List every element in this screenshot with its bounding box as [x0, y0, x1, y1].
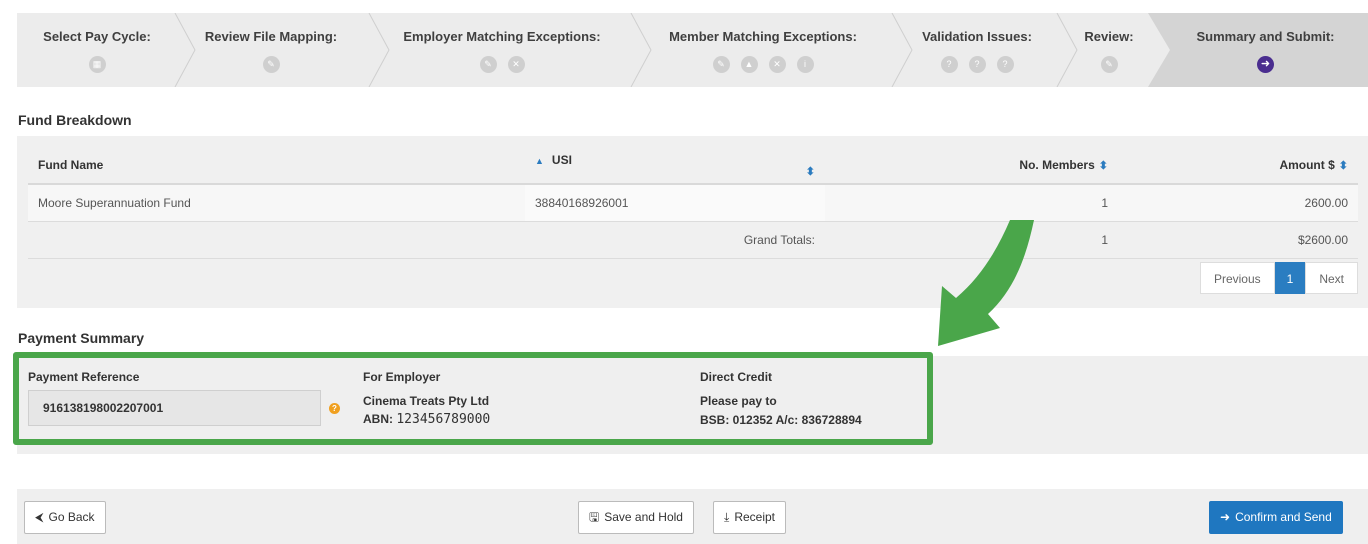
- step-review-file-mapping[interactable]: Review File Mapping: ✎: [185, 13, 357, 87]
- pagination: Previous 1 Next: [1199, 262, 1358, 294]
- arrow-right-icon: ➜: [1257, 56, 1274, 73]
- pencil-icon: ✎: [712, 56, 730, 73]
- payment-summary-title: Payment Summary: [18, 330, 145, 346]
- cell-empty: [28, 221, 525, 259]
- step-title: Employer Matching Exceptions:: [403, 29, 601, 44]
- step-employer-matching[interactable]: Employer Matching Exceptions: ✎ ✕: [385, 13, 619, 87]
- step-select-pay-cycle[interactable]: Select Pay Cycle: ▦: [17, 13, 177, 87]
- button-label: Save and Hold: [604, 510, 683, 524]
- column-members[interactable]: No. Members ⬍: [825, 147, 1118, 185]
- step-title: Select Pay Cycle:: [43, 29, 151, 44]
- green-arrow-icon: [938, 220, 1034, 346]
- question-icon: ?: [968, 56, 986, 73]
- step-title: Review:: [1084, 29, 1134, 44]
- previous-page-button[interactable]: Previous: [1199, 262, 1275, 294]
- button-label: Receipt: [734, 510, 775, 524]
- close-icon: ✕: [768, 56, 786, 73]
- pencil-icon: ✎: [479, 56, 497, 73]
- question-icon: ?: [996, 56, 1014, 73]
- cell-usi: 38840168926001: [525, 184, 825, 222]
- warning-icon: ▲: [740, 56, 758, 73]
- step-member-matching[interactable]: Member Matching Exceptions: ✎ ▲ ✕ i: [647, 13, 879, 87]
- grand-totals-label: Grand Totals:: [525, 221, 825, 259]
- step-summary-submit[interactable]: Summary and Submit: ➜: [1173, 13, 1358, 87]
- next-page-button[interactable]: Next: [1305, 262, 1358, 294]
- total-amount: $2600.00: [1118, 221, 1358, 259]
- page-1-button[interactable]: 1: [1274, 262, 1306, 294]
- step-review[interactable]: Review: ✎: [1073, 13, 1145, 87]
- table-row[interactable]: Moore Superannuation Fund 38840168926001…: [28, 184, 1358, 222]
- step-validation-issues[interactable]: Validation Issues: ? ? ?: [907, 13, 1047, 87]
- totals-row: Grand Totals: 1 $2600.00: [28, 221, 1358, 259]
- step-title: Summary and Submit:: [1196, 29, 1335, 44]
- save-icon: 🖫: [589, 510, 600, 524]
- pin-icon: ✎: [262, 56, 280, 73]
- question-icon: ?: [940, 56, 958, 73]
- sort-icon: ⬍: [1098, 160, 1108, 172]
- cell-fund-name: Moore Superannuation Fund: [28, 184, 525, 222]
- close-icon: ✕: [507, 56, 525, 73]
- column-fund-name[interactable]: Fund Name: [28, 147, 525, 185]
- payment-highlight-box: [13, 352, 933, 445]
- save-and-hold-button[interactable]: 🖫 Save and Hold: [578, 501, 694, 534]
- fund-breakdown-panel: Fund Name ▲ USI ⬍ No. Members ⬍ Amount $ ⬍ …: [17, 136, 1368, 308]
- cell-amount: 2600.00: [1118, 184, 1358, 222]
- wizard-steps: Select Pay Cycle: ▦ Review File Mapping:…: [17, 13, 1368, 87]
- step-title: Member Matching Exceptions:: [669, 29, 857, 44]
- step-title: Validation Issues:: [922, 29, 1032, 44]
- button-label: Go Back: [48, 510, 95, 524]
- column-label: Amount $: [1279, 158, 1335, 172]
- button-label: Confirm and Send: [1235, 510, 1332, 524]
- column-label: USI: [551, 152, 572, 167]
- fund-breakdown-title: Fund Breakdown: [18, 112, 132, 128]
- sort-icon: ⬍: [1338, 160, 1348, 172]
- step-title: Review File Mapping:: [204, 29, 338, 44]
- arrow-left-circle-icon: ⮜: [35, 510, 44, 524]
- edit-icon: ✎: [1100, 56, 1118, 73]
- cell-members: 1: [825, 184, 1118, 222]
- sort-icon: ⬍: [805, 165, 815, 178]
- sort-asc-icon: ▲: [535, 155, 544, 166]
- download-icon: ⤓: [724, 510, 730, 524]
- receipt-button[interactable]: ⤓ Receipt: [713, 501, 786, 534]
- column-label: No. Members: [1019, 158, 1095, 172]
- confirm-and-send-button[interactable]: ➜ Confirm and Send: [1209, 501, 1343, 534]
- go-back-button[interactable]: ⮜ Go Back: [24, 501, 106, 534]
- arrow-right-circle-icon: ➜: [1220, 510, 1231, 524]
- fund-table: Fund Name ▲ USI ⬍ No. Members ⬍ Amount $ ⬍ …: [28, 147, 1358, 259]
- info-icon: i: [796, 56, 814, 73]
- column-label: Fund Name: [38, 158, 104, 172]
- column-amount[interactable]: Amount $ ⬍: [1118, 147, 1358, 185]
- calendar-icon: ▦: [88, 56, 106, 73]
- column-usi[interactable]: ▲ USI ⬍: [525, 147, 825, 185]
